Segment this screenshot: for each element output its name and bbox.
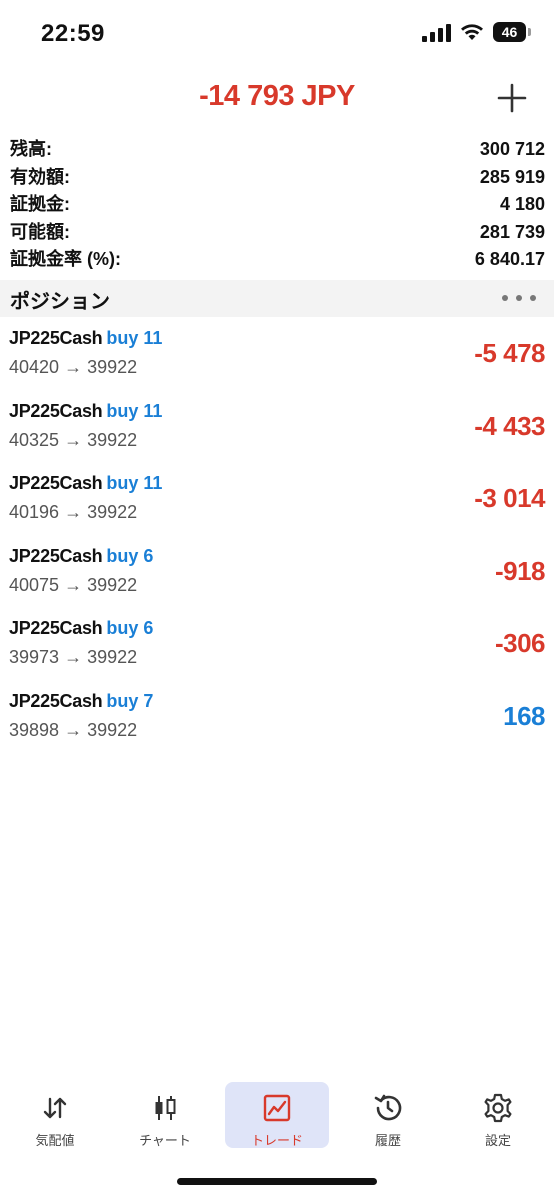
tab-history[interactable]: 履歴 bbox=[336, 1082, 440, 1148]
ellipsis-icon[interactable] bbox=[502, 290, 536, 306]
position-open-price: 40325 bbox=[9, 429, 60, 450]
position-row[interactable]: JP225Cash buy 6 39973 → 39922 -306 bbox=[0, 608, 554, 681]
arrow-right-icon: → bbox=[64, 719, 83, 740]
plus-icon bbox=[497, 83, 527, 113]
arrow-right-icon: → bbox=[64, 357, 83, 377]
candlestick-icon bbox=[155, 1096, 176, 1120]
position-symbol: JP225Cash bbox=[9, 328, 103, 348]
position-symbol: JP225Cash bbox=[9, 690, 103, 711]
position-open-price: 40075 bbox=[9, 574, 60, 595]
position-open-price: 39973 bbox=[9, 647, 60, 667]
summary-value: 6 840.17 bbox=[474, 249, 545, 269]
position-current-price: 39922 bbox=[87, 647, 138, 667]
position-open-price: 39898 bbox=[9, 719, 60, 740]
summary-row-equity: 有効額: 285 919 bbox=[10, 164, 545, 192]
position-profit: -306 bbox=[494, 628, 546, 658]
position-profit: -3 014 bbox=[474, 483, 545, 513]
position-side: buy 11 bbox=[106, 400, 163, 421]
summary-value: 300 712 bbox=[479, 139, 545, 159]
position-symbol: JP225Cash bbox=[9, 618, 103, 638]
trade-chart-icon bbox=[263, 1094, 291, 1122]
position-symbol: JP225Cash bbox=[9, 400, 103, 421]
tab-settings[interactable]: 設定 bbox=[446, 1082, 550, 1148]
position-profit: -5 478 bbox=[474, 338, 545, 368]
positions-section-title: ポジション bbox=[10, 291, 110, 313]
position-current-price: 39922 bbox=[87, 429, 138, 450]
position-profit: 168 bbox=[503, 700, 545, 731]
position-symbol: JP225Cash bbox=[9, 545, 103, 566]
battery-icon: 46 bbox=[493, 22, 531, 42]
position-current-price: 39922 bbox=[87, 357, 138, 377]
position-current-price: 39922 bbox=[87, 719, 138, 740]
position-row[interactable]: JP225Cash buy 7 39898 → 39922 168 bbox=[0, 681, 554, 754]
position-open-price: 40196 bbox=[9, 502, 60, 522]
status-icons: 46 bbox=[422, 22, 531, 42]
account-profit-total: -14 793 JPY bbox=[199, 80, 355, 112]
summary-row-balance: 残高: 300 712 bbox=[10, 136, 545, 164]
quotes-arrows-icon bbox=[43, 1097, 67, 1119]
tab-quotes[interactable]: 気配値 bbox=[3, 1082, 107, 1148]
summary-value: 4 180 bbox=[499, 194, 545, 214]
cellular-signal-icon bbox=[422, 22, 451, 42]
tab-trade[interactable]: トレード bbox=[225, 1082, 329, 1148]
summary-label: 可能額: bbox=[10, 221, 70, 242]
wifi-icon bbox=[461, 24, 483, 40]
history-clock-icon bbox=[374, 1094, 402, 1121]
position-side: buy 6 bbox=[106, 618, 154, 638]
position-row[interactable]: JP225Cash buy 6 40075 → 39922 -918 bbox=[0, 536, 554, 609]
add-order-button[interactable] bbox=[494, 80, 530, 116]
summary-label: 残高: bbox=[10, 139, 52, 159]
position-side: buy 11 bbox=[106, 473, 163, 493]
position-symbol: JP225Cash bbox=[9, 473, 103, 493]
tab-label: 気配値 bbox=[35, 1133, 75, 1148]
tab-label: 設定 bbox=[484, 1133, 511, 1148]
arrow-right-icon: → bbox=[64, 647, 83, 667]
positions-list: JP225Cash buy 11 40420 → 39922 -5 478 JP2… bbox=[0, 318, 554, 753]
summary-value: 285 919 bbox=[479, 166, 545, 187]
summary-row-margin: 証拠金: 4 180 bbox=[10, 191, 545, 219]
summary-label: 有効額: bbox=[10, 166, 70, 187]
tab-label: チャート bbox=[139, 1133, 191, 1148]
summary-row-margin-level: 証拠金率 (%): 6 840.17 bbox=[10, 246, 545, 274]
position-row[interactable]: JP225Cash buy 11 40325 → 39922 -4 433 bbox=[0, 391, 554, 464]
positions-section-header: ポジション bbox=[0, 280, 554, 317]
position-side: buy 6 bbox=[106, 545, 154, 566]
position-profit: -918 bbox=[494, 555, 546, 586]
gear-icon bbox=[484, 1093, 512, 1123]
summary-label: 証拠金: bbox=[10, 194, 70, 214]
summary-value: 281 739 bbox=[479, 221, 545, 242]
status-bar: 22:59 46 bbox=[0, 0, 554, 70]
summary-label: 証拠金率 (%): bbox=[10, 249, 121, 269]
position-side: buy 11 bbox=[106, 328, 163, 348]
arrow-right-icon: → bbox=[64, 502, 83, 522]
position-row[interactable]: JP225Cash buy 11 40196 → 39922 -3 014 bbox=[0, 463, 554, 536]
position-current-price: 39922 bbox=[87, 574, 138, 595]
position-current-price: 39922 bbox=[87, 502, 138, 522]
status-time: 22:59 bbox=[41, 20, 105, 47]
tab-label: トレード bbox=[250, 1133, 303, 1148]
position-side: buy 7 bbox=[106, 690, 154, 711]
tab-label: 履歴 bbox=[374, 1133, 401, 1148]
home-indicator[interactable] bbox=[177, 1178, 377, 1185]
position-profit: -4 433 bbox=[474, 410, 545, 441]
position-open-price: 40420 bbox=[9, 357, 60, 377]
position-row[interactable]: JP225Cash buy 11 40420 → 39922 -5 478 bbox=[0, 318, 554, 391]
tab-chart[interactable]: チャート bbox=[113, 1082, 217, 1148]
summary-row-free-margin: 可能額: 281 739 bbox=[10, 219, 545, 247]
bottom-tab-bar: 気配値 チャート トレード 履歴 設定 bbox=[0, 1082, 554, 1152]
arrow-right-icon: → bbox=[64, 429, 83, 450]
account-summary: 残高: 300 712 有効額: 285 919 証拠金: 4 180 可能額:… bbox=[10, 136, 545, 274]
arrow-right-icon: → bbox=[64, 574, 83, 595]
